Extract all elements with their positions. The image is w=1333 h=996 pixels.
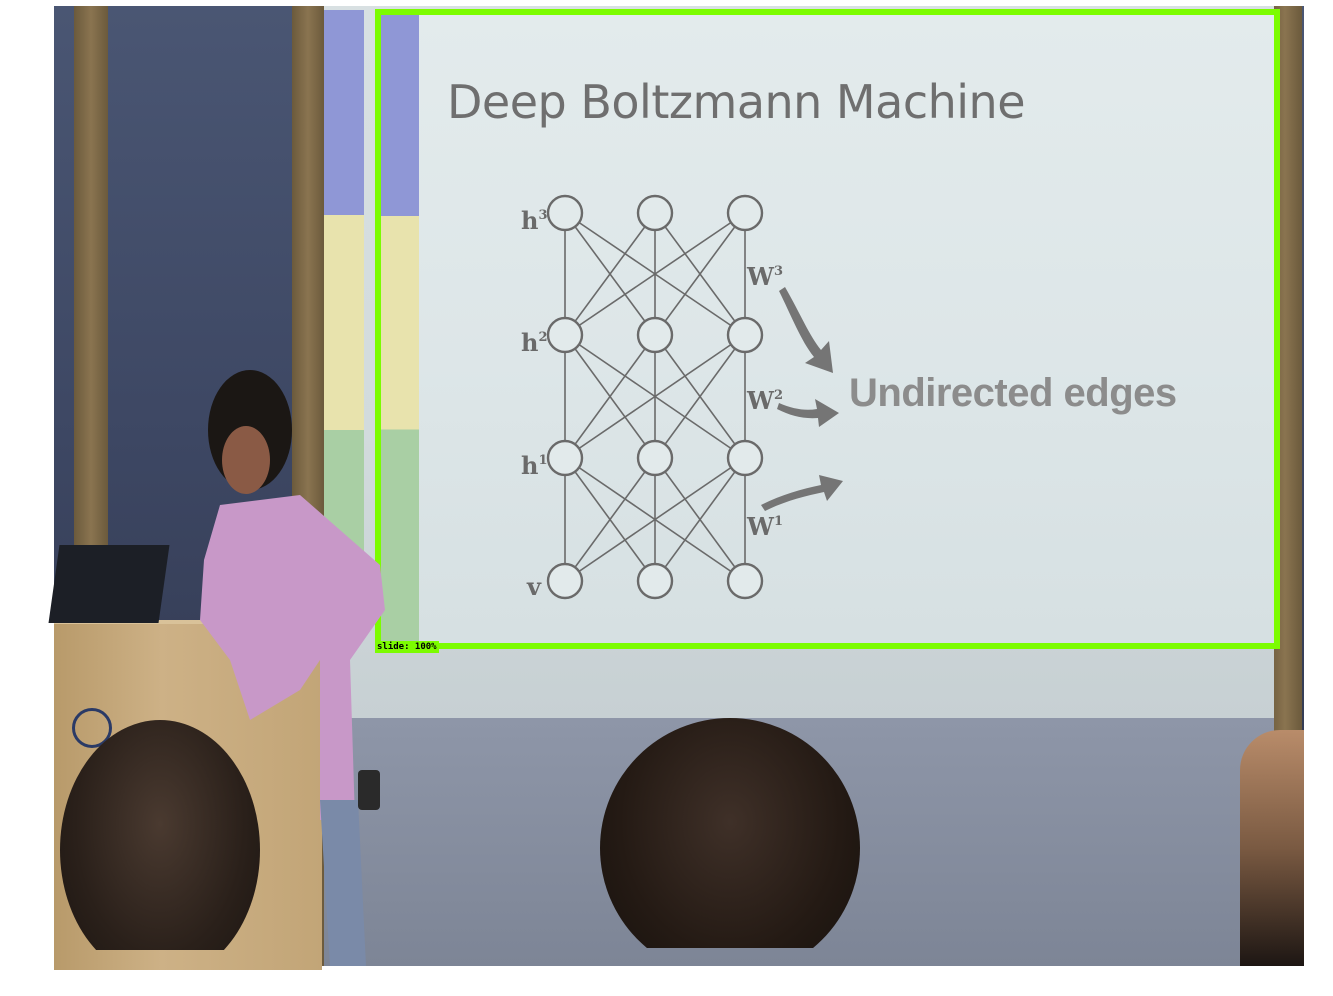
laptop <box>48 545 170 623</box>
node-h2-2 <box>636 316 674 354</box>
weight-label-w1: W1 <box>746 512 783 541</box>
arrow-w2 <box>777 399 839 427</box>
audience-head-right <box>1240 730 1304 966</box>
node-v-2 <box>636 562 674 600</box>
node-h3-1 <box>546 194 584 232</box>
weight-label-w2: W2 <box>746 386 783 415</box>
node-h3-3 <box>726 194 764 232</box>
layer-label-h1: h1 <box>521 451 548 480</box>
arrow-w1 <box>761 475 843 511</box>
slide-detection-box: Deep Boltzmann Machine h3 h2 h1 v W3 W2 … <box>375 9 1280 649</box>
layer-label-v: v <box>526 572 542 601</box>
node-v-3 <box>726 562 764 600</box>
weight-label-w3: W3 <box>746 262 783 291</box>
layer-label-h3: h3 <box>521 206 548 235</box>
node-h2-3 <box>726 316 764 354</box>
slide-color-strip-blue <box>324 10 364 215</box>
node-h1-3 <box>726 439 764 477</box>
node-h1-2 <box>636 439 674 477</box>
audience-head-center <box>600 718 860 948</box>
slide-callout: Undirected edges <box>849 371 1177 415</box>
node-v-1 <box>546 562 584 600</box>
presenter-pants <box>320 800 366 966</box>
node-h3-2 <box>636 194 674 232</box>
audience-head-left <box>60 720 260 950</box>
presenter-mic-pack <box>358 770 380 810</box>
dbm-network-diagram: h3 h2 h1 v W3 W2 W1 <box>521 194 843 601</box>
presenter-face <box>222 426 270 494</box>
network-edges <box>564 212 746 582</box>
node-h1-1 <box>546 439 584 477</box>
node-h2-1 <box>546 316 584 354</box>
layer-label-h2: h2 <box>521 328 548 357</box>
arrow-w3 <box>779 287 833 373</box>
